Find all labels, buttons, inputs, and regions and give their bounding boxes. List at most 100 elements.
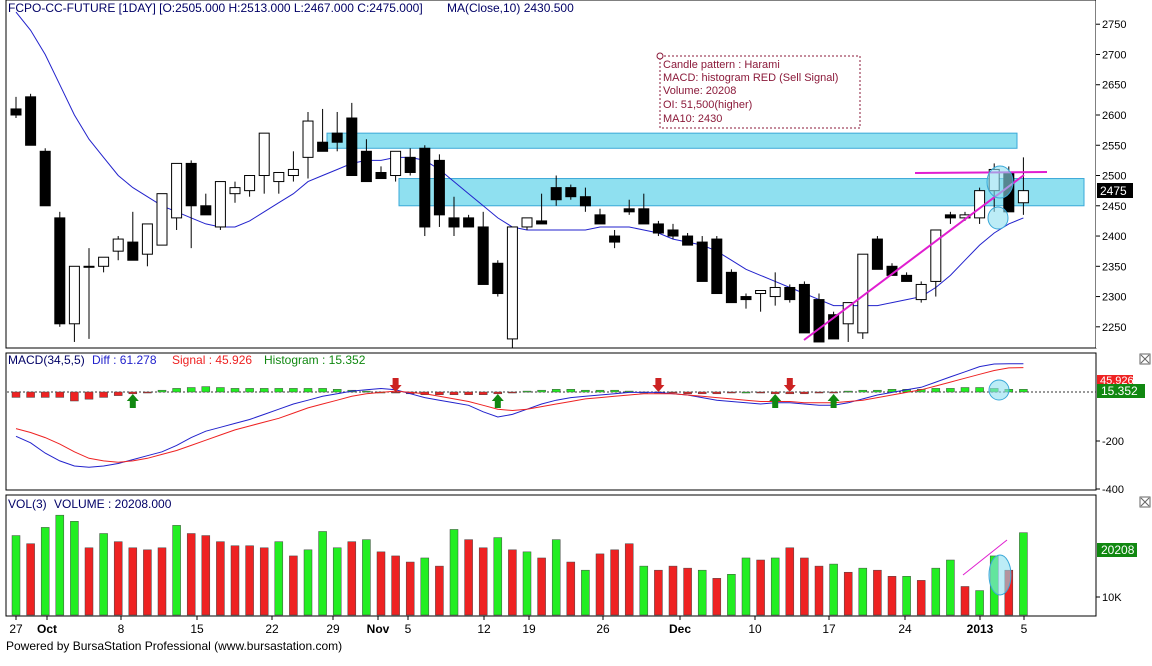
volume-bar <box>537 557 546 616</box>
candle-body <box>156 193 168 246</box>
macd-hist-bar <box>230 388 240 393</box>
volume-bar <box>405 561 415 616</box>
candle <box>813 293 825 343</box>
macd-hist-bar <box>931 388 941 393</box>
macd-close-icon[interactable] <box>1139 353 1151 365</box>
candle-body <box>419 147 431 228</box>
candle-body <box>565 187 577 198</box>
volume-bar <box>814 565 824 616</box>
candle-body <box>477 226 489 285</box>
macd-hist-bar <box>449 391 459 395</box>
macd-hist-bar <box>478 391 488 395</box>
x-tick-label: 29 <box>326 622 340 636</box>
macd-panel <box>5 352 1097 491</box>
candle <box>871 236 883 270</box>
volume-bar <box>318 531 327 616</box>
volume-bar <box>975 590 984 616</box>
x-tick-label: 22 <box>265 622 279 636</box>
volume-bar <box>40 527 50 616</box>
candle-body <box>98 256 110 267</box>
macd-last-tag: 15.352 <box>1097 384 1145 398</box>
macd-hist-bar <box>537 389 546 393</box>
candle-body <box>623 208 635 213</box>
macd-hist-bar <box>566 389 576 393</box>
candle-body <box>214 181 226 228</box>
macd-hist-bar <box>756 391 765 394</box>
macd-hist-bar <box>668 391 678 394</box>
candle-body <box>521 217 533 228</box>
x-tick-label: 10 <box>748 622 762 636</box>
annotation-line-3: Volume: 20208 <box>663 85 736 97</box>
volume-bar <box>697 569 707 616</box>
macd-hist-bar <box>318 388 327 393</box>
svg-text:2475: 2475 <box>1100 184 1127 198</box>
volume-bar <box>595 553 605 616</box>
volume-bar <box>610 549 619 616</box>
volume-bar <box>785 547 795 616</box>
x-tick-label: 12 <box>477 622 491 636</box>
volume-bar <box>522 551 532 616</box>
volume-bar <box>639 565 649 616</box>
candle-body <box>229 187 241 195</box>
volume-bar <box>902 576 911 616</box>
volume-bar <box>99 533 108 616</box>
candle-body <box>901 274 913 282</box>
volume-bar <box>566 561 576 616</box>
candle-body <box>463 217 475 228</box>
macd-hist-bar <box>610 389 619 393</box>
highlight-circle-1 <box>986 165 1014 199</box>
macd-hist-bar <box>274 388 284 393</box>
candle-body <box>974 190 986 219</box>
volume-bar <box>829 563 838 616</box>
macd-hist-bar <box>391 391 400 394</box>
volume-bar <box>362 539 371 616</box>
candle-body <box>171 162 183 219</box>
volume-bar <box>303 549 313 616</box>
volume-bar <box>391 555 400 616</box>
macd-hist-bar <box>464 391 473 395</box>
macd-hist-bar <box>143 391 152 394</box>
candle-body <box>54 217 66 325</box>
candle-body <box>112 238 124 252</box>
volume-bar <box>493 537 503 616</box>
volume-close-icon[interactable] <box>1139 496 1151 508</box>
volume-bar <box>581 569 590 616</box>
volume-last-tag: 20208 <box>1097 543 1137 557</box>
macd-hist-bar <box>157 389 167 393</box>
volume-bar <box>624 543 634 616</box>
macd-hist-bar <box>435 391 444 395</box>
macd-hist-bar <box>873 389 882 393</box>
volume-value-label: VOLUME : 20208.000 <box>54 497 172 511</box>
volume-bar <box>727 574 736 616</box>
chart-canvas: 2750 2700 2650 2600 2550 2500 2450 2400 2350 2300… <box>5 0 1152 653</box>
volume-title: VOL(3) <box>8 497 47 511</box>
candle <box>419 145 431 237</box>
macd-hist-bar <box>84 391 94 400</box>
volume-bar <box>289 555 298 616</box>
macd-hist-bar <box>581 389 590 393</box>
candle-body <box>550 187 562 201</box>
volume-bar <box>931 567 941 616</box>
macd-signal-label: Signal : 45.926 <box>172 353 252 367</box>
candle-body <box>141 223 153 255</box>
candle-body <box>346 117 358 177</box>
candle <box>214 181 226 230</box>
macd-hist-bar <box>858 389 868 393</box>
volume-bar <box>113 541 123 616</box>
candle-body <box>302 120 314 158</box>
footer-credit: Powered by BursaStation Professional (ww… <box>6 639 342 653</box>
macd-hist-bar <box>946 388 955 393</box>
candle <box>725 269 737 304</box>
candle-body <box>83 265 95 268</box>
candle-body <box>492 262 504 295</box>
macd-hist-bar <box>522 390 532 393</box>
candle-body <box>944 214 956 219</box>
x-tick-label: 19 <box>522 622 536 636</box>
annotation-box: Candle pattern : Harami MACD: histogram … <box>656 52 861 129</box>
x-tick-label: 26 <box>596 622 610 636</box>
volume-bar <box>756 559 765 616</box>
candle-body <box>287 168 299 177</box>
candle-body <box>725 271 737 304</box>
candle-body <box>390 150 402 177</box>
volume-bar <box>770 557 780 616</box>
